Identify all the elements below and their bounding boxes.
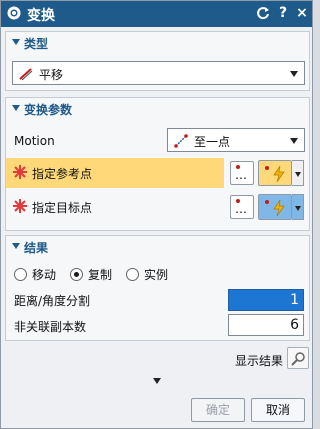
distance-label: 距离/角度分割 bbox=[14, 294, 91, 308]
motion-select[interactable]: 至一点 bbox=[167, 128, 305, 152]
help-button[interactable]: ? bbox=[275, 5, 291, 21]
copies-field[interactable]: 6 bbox=[228, 314, 304, 336]
radio-instance-circle[interactable] bbox=[126, 268, 139, 281]
required-icon bbox=[13, 165, 27, 179]
gear-icon bbox=[7, 6, 21, 20]
result-section: 结果 移动 复制 实例 距离/角度分割 1 非关联副本数 6 bbox=[5, 235, 310, 341]
radio-copy-circle[interactable] bbox=[70, 268, 83, 281]
params-section: 变换参数 Motion 至一点 指定参考点 … 指定目标点 … bbox=[5, 97, 310, 231]
ref-point-dialog-button[interactable]: … bbox=[230, 161, 254, 185]
radio-move-label: 移动 bbox=[32, 268, 57, 282]
collapse-icon bbox=[12, 39, 20, 45]
target-point-dialog-button[interactable]: … bbox=[230, 195, 254, 219]
title-bar: 变换 ? × bbox=[1, 1, 312, 27]
transform-dialog: 变换 ? × 类型 平移 变换参数 Motion 至一点 指定参考点 … 指定目… bbox=[0, 0, 313, 429]
point-to-point-icon bbox=[174, 134, 188, 148]
copies-label: 非关联副本数 bbox=[14, 320, 87, 334]
show-result-label: 显示结果 bbox=[235, 354, 284, 368]
target-point-label: 指定目标点 bbox=[32, 201, 93, 215]
type-section-header[interactable]: 类型 bbox=[6, 32, 309, 52]
chevron-down-icon bbox=[290, 71, 298, 77]
ref-point-label: 指定参考点 bbox=[32, 167, 93, 181]
ok-button[interactable]: 确定 bbox=[191, 398, 245, 422]
target-point-snap-button[interactable] bbox=[258, 194, 292, 220]
close-button[interactable]: × bbox=[294, 5, 310, 21]
translate-icon bbox=[19, 68, 33, 81]
ref-point-snap-dropdown[interactable] bbox=[292, 160, 304, 186]
required-icon bbox=[13, 199, 27, 213]
result-section-header[interactable]: 结果 bbox=[6, 236, 309, 256]
type-section-label: 类型 bbox=[24, 37, 49, 51]
type-section: 类型 平移 bbox=[5, 31, 310, 91]
lightning-icon bbox=[273, 200, 285, 216]
more-options-icon[interactable] bbox=[153, 378, 161, 384]
chevron-down-icon bbox=[295, 206, 301, 211]
show-result-button[interactable] bbox=[287, 347, 309, 369]
dialog-title: 变换 bbox=[27, 8, 55, 24]
target-point-snap-dropdown[interactable] bbox=[292, 194, 304, 220]
distance-field[interactable]: 1 bbox=[228, 289, 304, 311]
cancel-button[interactable]: 取消 bbox=[251, 398, 305, 422]
collapse-icon bbox=[12, 243, 20, 249]
result-section-label: 结果 bbox=[24, 241, 49, 255]
lightning-icon bbox=[273, 166, 285, 182]
radio-move-circle[interactable] bbox=[14, 268, 27, 281]
ref-point-row[interactable]: 指定参考点 bbox=[6, 158, 224, 188]
motion-label: Motion bbox=[14, 134, 55, 148]
magnifier-icon bbox=[291, 352, 305, 366]
type-select[interactable]: 平移 bbox=[12, 61, 305, 85]
collapse-icon bbox=[12, 105, 20, 111]
params-section-label: 变换参数 bbox=[24, 103, 73, 117]
ref-point-snap-button[interactable] bbox=[258, 160, 292, 186]
reset-icon[interactable] bbox=[255, 5, 271, 21]
motion-select-value: 至一点 bbox=[194, 135, 231, 149]
type-select-value: 平移 bbox=[39, 68, 64, 82]
chevron-down-icon bbox=[290, 138, 298, 144]
chevron-down-icon bbox=[295, 172, 301, 177]
radio-instance-label: 实例 bbox=[144, 268, 169, 282]
params-section-header[interactable]: 变换参数 bbox=[6, 98, 309, 118]
target-point-row[interactable]: 指定目标点 bbox=[6, 192, 224, 222]
radio-copy-label: 复制 bbox=[88, 268, 113, 282]
